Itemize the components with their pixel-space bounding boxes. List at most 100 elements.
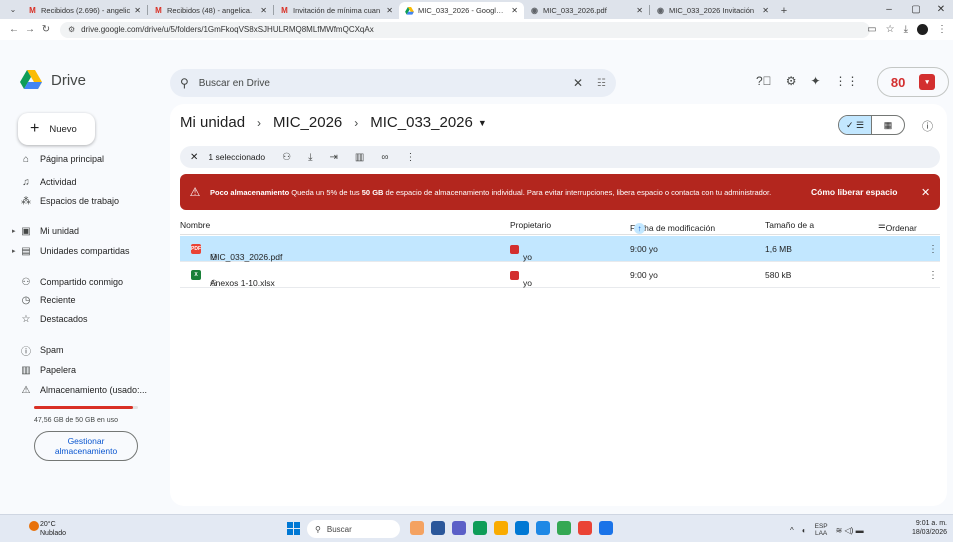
file-modified: 9:00 yo — [630, 270, 658, 280]
user-avatar[interactable]: ▾ — [919, 74, 936, 90]
account-switcher[interactable]: 80 ▾ — [877, 67, 949, 97]
language-indicator[interactable]: ESP LAA — [815, 523, 828, 537]
sort-options[interactable]: ⚌ Ordenar — [878, 220, 917, 233]
download-icon[interactable]: ⤓ — [904, 24, 908, 35]
drive-logo[interactable]: Drive — [20, 70, 86, 90]
file-explorer-icon[interactable] — [494, 521, 508, 535]
clear-search-icon[interactable]: ✕ — [573, 76, 583, 90]
browser-tab-active[interactable]: MIC_033_2026 - Google D ✕ — [399, 2, 524, 19]
widgets-app-icon[interactable] — [410, 521, 424, 535]
close-tab-icon[interactable]: ✕ — [386, 6, 393, 15]
breadcrumb-my-drive[interactable]: Mi unidad — [180, 114, 245, 131]
minimize-icon[interactable]: – — [875, 0, 903, 19]
weather-widget[interactable]: 20°C Nublado — [40, 520, 66, 538]
app-icon[interactable] — [536, 521, 550, 535]
delete-icon[interactable]: ▥ — [355, 152, 364, 163]
close-tab-icon[interactable]: ✕ — [260, 6, 267, 15]
task-view-icon[interactable] — [431, 521, 445, 535]
sidebar-item-workspaces[interactable]: ⁂ Espacios de trabajo — [12, 192, 162, 210]
move-icon[interactable]: ⇥ — [330, 152, 338, 163]
taskbar-search[interactable]: ⚲ Buscar — [307, 520, 400, 538]
wifi-volume-battery-icon[interactable]: ≋ ◁) ▬ — [836, 526, 864, 535]
column-owner[interactable]: Propietario — [510, 220, 551, 230]
row-more-icon[interactable]: ⋮ — [928, 270, 938, 281]
sidebar-item-activity[interactable]: ♫ Actividad — [12, 173, 162, 191]
browser-tab[interactable]: M Recibidos (48) - angelica. ✕ — [148, 2, 273, 19]
download-icon[interactable]: ⤓ — [308, 152, 312, 163]
reload-icon[interactable]: ↻ — [38, 24, 54, 35]
sidebar-item-shared-drives[interactable]: ▸ ▤ Unidades compartidas — [12, 242, 162, 260]
close-window-icon[interactable]: ✕ — [927, 0, 953, 19]
share-icon[interactable]: ⚇ — [282, 152, 291, 163]
teams-app-icon[interactable] — [452, 521, 466, 535]
app-icon[interactable] — [557, 521, 571, 535]
restore-icon[interactable]: ▢ — [902, 0, 930, 19]
app-icon[interactable] — [599, 521, 613, 535]
sidebar-item-storage[interactable]: ⚠ Almacenamiento (usado:... — [12, 381, 162, 399]
start-button-icon[interactable] — [287, 522, 300, 535]
tab-search-chevron-icon[interactable]: ⌄ — [4, 0, 22, 19]
list-view-button[interactable]: ✓ ☰ — [839, 116, 872, 134]
workspaces-icon: ⁂ — [21, 195, 31, 207]
close-tab-icon[interactable]: ✕ — [134, 6, 141, 15]
close-tab-icon[interactable]: ✕ — [636, 6, 643, 15]
column-size[interactable]: Tamaño de a — [765, 220, 814, 230]
file-row[interactable]: PDF MIC_033_2026.pdf ⚇ yo 9:00 yo 1,6 MB… — [180, 236, 940, 262]
new-button[interactable]: + Nuevo — [18, 113, 95, 145]
breadcrumb-current-folder[interactable]: MIC_033_2026 — [370, 114, 473, 131]
sidebar-item-starred[interactable]: ☆ Destacados — [12, 310, 162, 328]
taskbar-clock[interactable]: 9:01 a. m. 18/03/2026 — [912, 519, 947, 537]
close-tab-icon[interactable]: ✕ — [511, 6, 518, 15]
browser-tab[interactable]: ◉ MIC_033_2026 Invitación ✕ — [650, 2, 775, 19]
sidebar-item-shared-with-me[interactable]: ⚇ Compartido conmigo — [12, 273, 162, 291]
details-info-icon[interactable]: ⓘ — [922, 118, 933, 134]
expand-caret-icon[interactable]: ▸ — [12, 227, 20, 235]
sidebar-item-my-drive[interactable]: ▸ ▣ Mi unidad — [12, 222, 162, 240]
column-name[interactable]: Nombre — [180, 220, 210, 230]
store-app-icon[interactable] — [515, 521, 529, 535]
clear-selection-icon[interactable]: ✕ — [190, 152, 198, 163]
file-row[interactable]: X Anexos 1-10.xlsx ⚇ yo 9:00 yo 580 kB ⋮ — [180, 262, 940, 288]
settings-gear-icon[interactable]: ⚙ — [786, 74, 797, 88]
gemini-sparkle-icon[interactable]: ✦ — [810, 74, 820, 88]
new-tab-icon[interactable]: + — [775, 2, 793, 19]
breadcrumb-folder[interactable]: MIC_2026 — [273, 114, 342, 131]
browser-tab[interactable]: ◉ MIC_033_2026.pdf ✕ — [524, 2, 649, 19]
file-browser-panel: Mi unidad › MIC_2026 › MIC_033_2026 ▼ ✓ … — [170, 104, 947, 506]
close-tab-icon[interactable]: ✕ — [762, 6, 769, 15]
browser-tab[interactable]: M Recibidos (2.696) - angelic ✕ — [22, 2, 147, 19]
tray-app-icon[interactable]: ◐ — [802, 526, 807, 535]
edge-app-icon[interactable] — [473, 521, 487, 535]
grid-view-button[interactable]: ▦ — [872, 116, 904, 134]
copy-link-icon[interactable]: ∞ — [381, 152, 388, 163]
browser-menu-icon[interactable]: ⋮ — [937, 24, 947, 35]
browser-tab[interactable]: M Invitación de mínima cuan ✕ — [274, 2, 399, 19]
more-actions-icon[interactable]: ⋮ — [405, 152, 415, 163]
free-up-space-link[interactable]: Cómo liberar espacio — [811, 187, 897, 197]
sidebar-item-trash[interactable]: ▥ Papelera — [12, 361, 162, 379]
close-banner-icon[interactable]: ✕ — [921, 186, 930, 199]
back-icon[interactable]: ← — [6, 24, 22, 35]
tray-overflow-icon[interactable]: ^ — [790, 526, 794, 535]
site-settings-icon[interactable]: ⚙ — [68, 25, 75, 34]
manage-storage-button[interactable]: Gestionar almacenamiento — [34, 431, 138, 461]
storage-quota-text: 47,56 GB de 50 GB en uso — [34, 417, 119, 424]
browser-tab-strip: ⌄ M Recibidos (2.696) - angelic ✕ M Reci… — [0, 0, 953, 19]
expand-caret-icon[interactable]: ▸ — [12, 247, 20, 255]
bookmark-star-icon[interactable]: ☆ — [886, 24, 895, 35]
sidebar-item-home[interactable]: ⌂ Página principal — [12, 150, 162, 168]
url-input[interactable]: ⚙ drive.google.com/drive/u/5/folders/1Gm… — [60, 21, 870, 38]
forward-icon[interactable]: → — [22, 24, 38, 35]
apps-grid-icon[interactable]: ⋮⋮ — [835, 74, 859, 88]
sort-arrow-up-icon: ↑ — [634, 223, 645, 234]
chrome-app-icon[interactable] — [578, 521, 592, 535]
drive-search-input[interactable]: ⚲ Buscar en Drive ✕ ☷ — [170, 69, 616, 97]
sidebar-item-recent[interactable]: ◷ Reciente — [12, 291, 162, 309]
search-options-icon[interactable]: ☷ — [597, 78, 606, 89]
profile-avatar[interactable] — [917, 24, 928, 35]
help-icon[interactable]: ?⃝ — [756, 74, 772, 88]
folder-menu-chevron-icon[interactable]: ▼ — [478, 118, 487, 128]
sidebar-item-spam[interactable]: ⓘ Spam — [12, 341, 162, 359]
cast-icon[interactable]: ▭ — [867, 24, 876, 35]
row-more-icon[interactable]: ⋮ — [928, 244, 938, 255]
